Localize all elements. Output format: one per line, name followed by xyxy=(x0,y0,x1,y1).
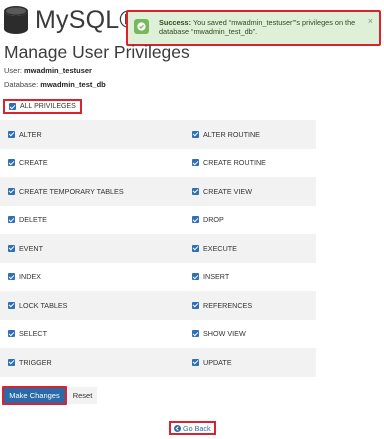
privilege-label: LOCK TABLES xyxy=(19,300,68,310)
checkbox-checked-icon[interactable] xyxy=(8,187,15,195)
privilege-label: REFERENCES xyxy=(203,300,253,310)
database-value: mwadmin_test_db xyxy=(40,80,106,89)
checkbox-checked-icon[interactable] xyxy=(8,358,15,366)
privilege-checkbox[interactable]: UPDATE xyxy=(192,358,232,367)
checkbox-checked-icon[interactable] xyxy=(8,159,15,167)
privileges-table: ALTER ALTER ROUTINE CREATE CREATE ROUTINE CR… xyxy=(0,120,316,377)
privilege-label: CREATE ROUTINE xyxy=(203,158,266,168)
privilege-checkbox[interactable]: SHOW VIEW xyxy=(192,329,246,338)
checkbox-checked-icon[interactable] xyxy=(8,216,15,224)
privilege-checkbox[interactable]: INSERT xyxy=(192,272,229,281)
privilege-checkbox[interactable]: DROP xyxy=(192,215,224,224)
privilege-label: DELETE xyxy=(19,215,47,225)
notification-message: Success: You saved “mwadmin_testuser”’s … xyxy=(159,18,364,36)
privilege-label: DROP xyxy=(203,215,224,225)
privilege-label: CREATE VIEW xyxy=(203,186,252,196)
privilege-checkbox[interactable]: CREATE ROUTINE xyxy=(192,158,266,167)
privilege-checkbox[interactable]: CREATE xyxy=(0,158,192,167)
privilege-label: INSERT xyxy=(203,272,230,282)
privilege-checkbox[interactable]: EVENT xyxy=(0,244,192,253)
checkbox-checked-icon[interactable] xyxy=(192,216,199,224)
user-info: User: mwadmin_testuser xyxy=(4,66,92,75)
privilege-row: TRIGGER UPDATE xyxy=(0,348,316,377)
checkbox-checked-icon[interactable] xyxy=(192,358,199,366)
checkbox-checked-icon[interactable] xyxy=(192,187,199,195)
database-info: Database: mwadmin_test_db xyxy=(4,80,106,89)
privilege-row: EVENT EXECUTE xyxy=(0,234,316,263)
reset-button[interactable]: Reset xyxy=(68,387,97,404)
privilege-row: ALTER ALTER ROUTINE xyxy=(0,120,316,149)
privilege-label: UPDATE xyxy=(203,357,232,367)
go-back-link[interactable]: Go Back xyxy=(169,421,216,435)
privilege-label: SELECT xyxy=(19,329,47,339)
checkbox-checked-icon[interactable] xyxy=(192,273,199,281)
close-icon[interactable]: × xyxy=(368,17,373,26)
privilege-checkbox[interactable]: ALTER xyxy=(0,130,192,139)
privilege-checkbox[interactable]: INDEX xyxy=(0,272,192,281)
page-title: Manage User Privileges xyxy=(4,42,190,62)
privilege-label: ALTER xyxy=(19,129,42,139)
privilege-label: SHOW VIEW xyxy=(203,329,246,339)
checkbox-checked-icon[interactable] xyxy=(8,301,15,309)
privilege-checkbox[interactable]: EXECUTE xyxy=(192,244,237,253)
privilege-row: CREATE CREATE ROUTINE xyxy=(0,149,316,178)
make-changes-button[interactable]: Make Changes xyxy=(2,386,67,405)
checkbox-checked-icon[interactable] xyxy=(9,103,16,110)
privilege-label: TRIGGER xyxy=(19,357,52,367)
checkbox-checked-icon[interactable] xyxy=(8,130,15,138)
privilege-row: CREATE TEMPORARY TABLES CREATE VIEW xyxy=(0,177,316,206)
checkbox-checked-icon[interactable] xyxy=(8,244,15,252)
privilege-label: CREATE TEMPORARY TABLES xyxy=(19,186,124,196)
checkbox-checked-icon[interactable] xyxy=(192,244,199,252)
checkbox-checked-icon[interactable] xyxy=(8,330,15,338)
privilege-checkbox[interactable]: SELECT xyxy=(0,329,192,338)
privilege-checkbox[interactable]: DELETE xyxy=(0,215,192,224)
privilege-label: EXECUTE xyxy=(203,243,237,253)
user-label: User: xyxy=(4,66,22,75)
privilege-label: EVENT xyxy=(19,243,43,253)
checkbox-checked-icon[interactable] xyxy=(192,130,199,138)
privilege-label: CREATE xyxy=(19,158,48,168)
checkbox-checked-icon[interactable] xyxy=(192,159,199,167)
privilege-checkbox[interactable]: ALTER ROUTINE xyxy=(192,130,260,139)
privilege-label: ALTER ROUTINE xyxy=(203,129,260,139)
database-label: Database: xyxy=(4,80,39,89)
privilege-row: SELECT SHOW VIEW xyxy=(0,320,316,349)
privilege-row: INDEX INSERT xyxy=(0,263,316,292)
go-back-label: Go Back xyxy=(183,423,211,433)
arrow-left-circle-icon xyxy=(174,424,181,432)
privilege-row: LOCK TABLES REFERENCES xyxy=(0,291,316,320)
checkbox-checked-icon[interactable] xyxy=(192,330,199,338)
notification-strong: Success: xyxy=(159,18,192,27)
checkbox-checked-icon[interactable] xyxy=(192,301,199,309)
check-circle-icon xyxy=(134,19,149,34)
privilege-row: DELETE DROP xyxy=(0,206,316,235)
privilege-checkbox[interactable]: CREATE TEMPORARY TABLES xyxy=(0,187,192,196)
user-value: mwadmin_testuser xyxy=(24,66,92,75)
database-icon xyxy=(4,6,28,34)
privilege-checkbox[interactable]: LOCK TABLES xyxy=(0,301,192,310)
privilege-checkbox[interactable]: REFERENCES xyxy=(192,301,252,310)
privilege-checkbox[interactable]: CREATE VIEW xyxy=(192,187,252,196)
success-notification: Success: You saved “mwadmin_testuser”’s … xyxy=(126,10,381,46)
checkbox-checked-icon[interactable] xyxy=(8,273,15,281)
privilege-label: INDEX xyxy=(19,272,41,282)
all-privileges-label: ALL PRIVILEGES xyxy=(20,103,76,110)
privilege-checkbox[interactable]: TRIGGER xyxy=(0,358,192,367)
all-privileges-checkbox[interactable]: ALL PRIVILEGES xyxy=(3,99,82,114)
